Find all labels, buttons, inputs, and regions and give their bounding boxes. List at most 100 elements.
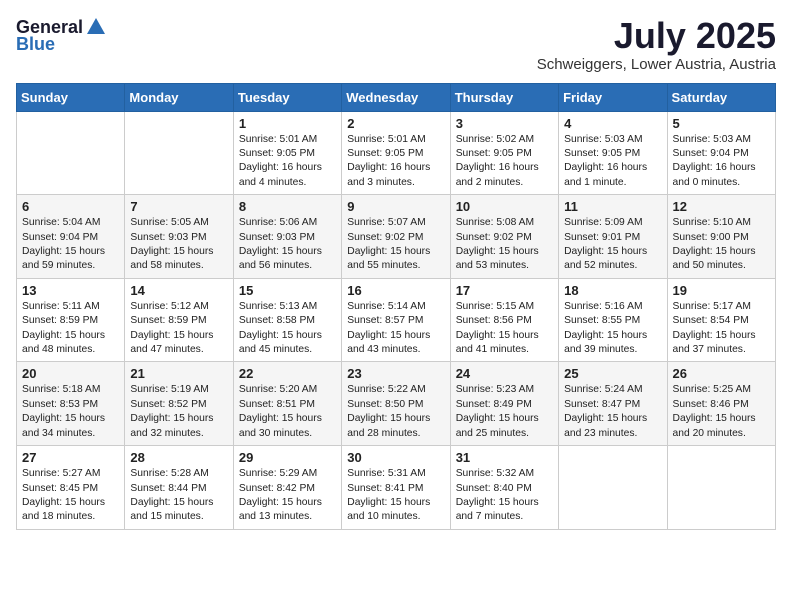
table-row: 28 Sunrise: 5:28 AMSunset: 8:44 PMDayligh… bbox=[125, 446, 233, 530]
cell-content: Sunrise: 5:24 AMSunset: 8:47 PMDaylight:… bbox=[564, 383, 661, 441]
day-number: 6 bbox=[22, 199, 119, 214]
day-number: 2 bbox=[347, 116, 444, 131]
cell-content: Sunrise: 5:02 AMSunset: 9:05 PMDaylight:… bbox=[456, 133, 553, 191]
logo-icon bbox=[85, 16, 107, 38]
cell-content: Sunrise: 5:07 AMSunset: 9:02 PMDaylight:… bbox=[347, 216, 444, 274]
cell-content: Sunrise: 5:01 AMSunset: 9:05 PMDaylight:… bbox=[347, 133, 444, 191]
table-row: 5Sunrise: 5:03 AMSunset: 9:04 PMDaylight… bbox=[667, 111, 775, 195]
table-row: 31 Sunrise: 5:32 AMSunset: 8:40 PMDayligh… bbox=[450, 446, 558, 530]
table-row bbox=[17, 111, 125, 195]
cell-content: Sunrise: 5:27 AMSunset: 8:45 PMDaylight:… bbox=[22, 467, 119, 525]
table-row: 6 Sunrise: 5:04 AMSunset: 9:04 PMDaylight… bbox=[17, 195, 125, 279]
cell-content: Sunrise: 5:12 AMSunset: 8:59 PMDaylight:… bbox=[130, 300, 227, 358]
day-number: 28 bbox=[130, 450, 227, 465]
calendar-week-row: 20 Sunrise: 5:18 AMSunset: 8:53 PMDayligh… bbox=[17, 362, 776, 446]
title-block: July 2025 Schweiggers, Lower Austria, Au… bbox=[537, 16, 776, 73]
cell-content: Sunrise: 5:10 AMSunset: 9:00 PMDaylight:… bbox=[673, 216, 770, 274]
table-row: 4 Sunrise: 5:03 AMSunset: 9:05 PMDaylight… bbox=[559, 111, 667, 195]
table-row bbox=[559, 446, 667, 530]
day-number: 15 bbox=[239, 283, 336, 298]
day-number: 30 bbox=[347, 450, 444, 465]
day-number: 18 bbox=[564, 283, 661, 298]
day-number: 26 bbox=[673, 366, 770, 381]
day-number: 4 bbox=[564, 116, 661, 131]
day-number: 8 bbox=[239, 199, 336, 214]
calendar-table: Sunday Monday Tuesday Wednesday Thursday… bbox=[16, 83, 776, 530]
day-number: 31 bbox=[456, 450, 553, 465]
col-tuesday: Tuesday bbox=[233, 83, 341, 111]
col-wednesday: Wednesday bbox=[342, 83, 450, 111]
table-row: 11Sunrise: 5:09 AMSunset: 9:01 PMDayligh… bbox=[559, 195, 667, 279]
day-number: 3 bbox=[456, 116, 553, 131]
table-row: 20 Sunrise: 5:18 AMSunset: 8:53 PMDayligh… bbox=[17, 362, 125, 446]
table-row: 29Sunrise: 5:29 AMSunset: 8:42 PMDayligh… bbox=[233, 446, 341, 530]
table-row: 17Sunrise: 5:15 AMSunset: 8:56 PMDayligh… bbox=[450, 278, 558, 362]
cell-content: Sunrise: 5:19 AMSunset: 8:52 PMDaylight:… bbox=[130, 383, 227, 441]
cell-content: Sunrise: 5:25 AMSunset: 8:46 PMDaylight:… bbox=[673, 383, 770, 441]
col-saturday: Saturday bbox=[667, 83, 775, 111]
logo-blue-text: Blue bbox=[16, 34, 55, 55]
calendar-header-row: Sunday Monday Tuesday Wednesday Thursday… bbox=[17, 83, 776, 111]
cell-content: Sunrise: 5:28 AMSunset: 8:44 PMDaylight:… bbox=[130, 467, 227, 525]
day-number: 19 bbox=[673, 283, 770, 298]
day-number: 11 bbox=[564, 199, 661, 214]
day-number: 9 bbox=[347, 199, 444, 214]
table-row bbox=[667, 446, 775, 530]
calendar-week-row: 6 Sunrise: 5:04 AMSunset: 9:04 PMDaylight… bbox=[17, 195, 776, 279]
table-row: 12 Sunrise: 5:10 AMSunset: 9:00 PMDayligh… bbox=[667, 195, 775, 279]
location-title: Schweiggers, Lower Austria, Austria bbox=[537, 56, 776, 73]
table-row: 1 Sunrise: 5:01 AMSunset: 9:05 PMDaylight… bbox=[233, 111, 341, 195]
cell-content: Sunrise: 5:14 AMSunset: 8:57 PMDaylight:… bbox=[347, 300, 444, 358]
cell-content: Sunrise: 5:06 AMSunset: 9:03 PMDaylight:… bbox=[239, 216, 336, 274]
col-monday: Monday bbox=[125, 83, 233, 111]
table-row: 19 Sunrise: 5:17 AMSunset: 8:54 PMDayligh… bbox=[667, 278, 775, 362]
month-title: July 2025 bbox=[537, 16, 776, 56]
cell-content: Sunrise: 5:01 AMSunset: 9:05 PMDaylight:… bbox=[239, 133, 336, 191]
cell-content: Sunrise: 5:13 AMSunset: 8:58 PMDaylight:… bbox=[239, 300, 336, 358]
table-row: 23 Sunrise: 5:22 AMSunset: 8:50 PMDayligh… bbox=[342, 362, 450, 446]
table-row: 26 Sunrise: 5:25 AMSunset: 8:46 PMDayligh… bbox=[667, 362, 775, 446]
cell-content: Sunrise: 5:23 AMSunset: 8:49 PMDaylight:… bbox=[456, 383, 553, 441]
day-number: 22 bbox=[239, 366, 336, 381]
cell-content: Sunrise: 5:22 AMSunset: 8:50 PMDaylight:… bbox=[347, 383, 444, 441]
cell-content: Sunrise: 5:29 AMSunset: 8:42 PMDaylight:… bbox=[239, 467, 336, 525]
cell-content: Sunrise: 5:31 AMSunset: 8:41 PMDaylight:… bbox=[347, 467, 444, 525]
cell-content: Sunrise: 5:11 AMSunset: 8:59 PMDaylight:… bbox=[22, 300, 119, 358]
cell-content: Sunrise: 5:32 AMSunset: 8:40 PMDaylight:… bbox=[456, 467, 553, 525]
logo: General Blue bbox=[16, 16, 109, 55]
col-sunday: Sunday bbox=[17, 83, 125, 111]
table-row: 15 Sunrise: 5:13 AMSunset: 8:58 PMDayligh… bbox=[233, 278, 341, 362]
table-row: 18Sunrise: 5:16 AMSunset: 8:55 PMDayligh… bbox=[559, 278, 667, 362]
table-row: 16 Sunrise: 5:14 AMSunset: 8:57 PMDayligh… bbox=[342, 278, 450, 362]
table-row: 22 Sunrise: 5:20 AMSunset: 8:51 PMDayligh… bbox=[233, 362, 341, 446]
cell-content: Sunrise: 5:04 AMSunset: 9:04 PMDaylight:… bbox=[22, 216, 119, 274]
calendar-week-row: 27 Sunrise: 5:27 AMSunset: 8:45 PMDayligh… bbox=[17, 446, 776, 530]
table-row: 30 Sunrise: 5:31 AMSunset: 8:41 PMDayligh… bbox=[342, 446, 450, 530]
day-number: 20 bbox=[22, 366, 119, 381]
table-row: 25Sunrise: 5:24 AMSunset: 8:47 PMDayligh… bbox=[559, 362, 667, 446]
day-number: 27 bbox=[22, 450, 119, 465]
cell-content: Sunrise: 5:05 AMSunset: 9:03 PMDaylight:… bbox=[130, 216, 227, 274]
table-row: 2 Sunrise: 5:01 AMSunset: 9:05 PMDaylight… bbox=[342, 111, 450, 195]
day-number: 1 bbox=[239, 116, 336, 131]
table-row: 21Sunrise: 5:19 AMSunset: 8:52 PMDayligh… bbox=[125, 362, 233, 446]
cell-content: Sunrise: 5:03 AMSunset: 9:05 PMDaylight:… bbox=[564, 133, 661, 191]
table-row: 3 Sunrise: 5:02 AMSunset: 9:05 PMDaylight… bbox=[450, 111, 558, 195]
cell-content: Sunrise: 5:08 AMSunset: 9:02 PMDaylight:… bbox=[456, 216, 553, 274]
table-row: 7 Sunrise: 5:05 AMSunset: 9:03 PMDaylight… bbox=[125, 195, 233, 279]
cell-content: Sunrise: 5:15 AMSunset: 8:56 PMDaylight:… bbox=[456, 300, 553, 358]
col-friday: Friday bbox=[559, 83, 667, 111]
table-row bbox=[125, 111, 233, 195]
day-number: 14 bbox=[130, 283, 227, 298]
cell-content: Sunrise: 5:17 AMSunset: 8:54 PMDaylight:… bbox=[673, 300, 770, 358]
cell-content: Sunrise: 5:18 AMSunset: 8:53 PMDaylight:… bbox=[22, 383, 119, 441]
day-number: 10 bbox=[456, 199, 553, 214]
col-thursday: Thursday bbox=[450, 83, 558, 111]
day-number: 16 bbox=[347, 283, 444, 298]
day-number: 12 bbox=[673, 199, 770, 214]
day-number: 23 bbox=[347, 366, 444, 381]
cell-content: Sunrise: 5:20 AMSunset: 8:51 PMDaylight:… bbox=[239, 383, 336, 441]
table-row: 9 Sunrise: 5:07 AMSunset: 9:02 PMDaylight… bbox=[342, 195, 450, 279]
table-row: 10 Sunrise: 5:08 AMSunset: 9:02 PMDayligh… bbox=[450, 195, 558, 279]
day-number: 7 bbox=[130, 199, 227, 214]
